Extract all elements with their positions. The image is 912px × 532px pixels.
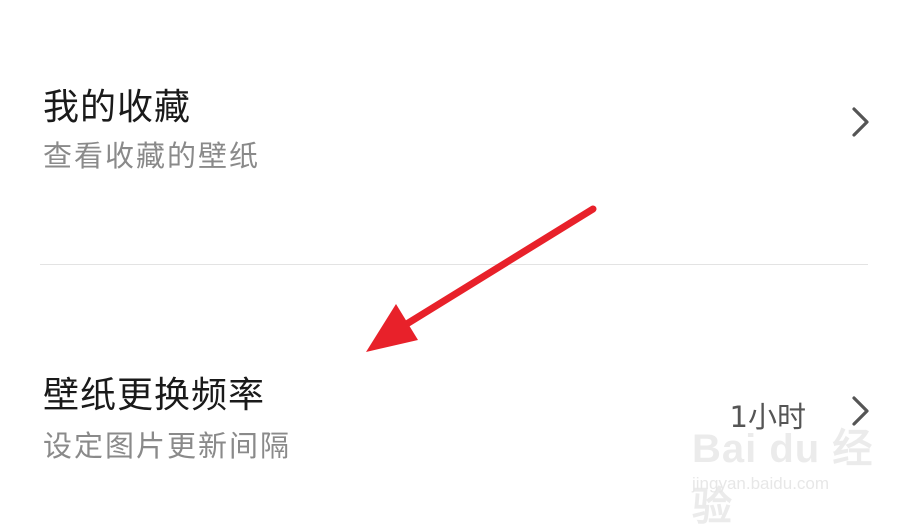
favorites-row[interactable]: 我的收藏 查看收藏的壁纸 (0, 0, 912, 264)
wallpaper-frequency-subtitle: 设定图片更新间隔 (43, 429, 292, 463)
chevron-right-icon[interactable] (850, 106, 872, 138)
watermark-url: jingyan.baidu.com (692, 474, 830, 493)
baidu-jingyan-watermark: Bai du 经验 jingyan.baidu.com (692, 416, 882, 529)
favorites-subtitle: 查看收藏的壁纸 (43, 139, 261, 173)
favorites-title: 我的收藏 (43, 87, 192, 128)
wallpaper-frequency-title: 壁纸更换频率 (43, 375, 266, 416)
